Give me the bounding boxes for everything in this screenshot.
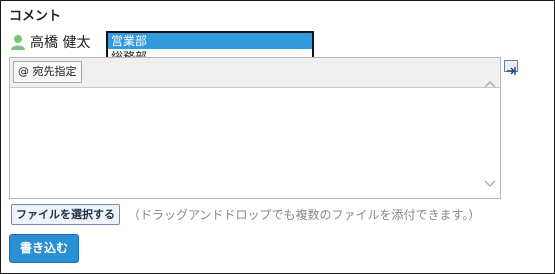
user-info: 高橋 健太 — [10, 32, 90, 52]
attachment-row: ファイルを選択する （ドラッグアンドドロップでも複数のファイルを添付できます。） — [11, 204, 480, 225]
expand-editor-icon[interactable] — [504, 60, 518, 75]
section-title: コメント — [9, 9, 62, 24]
mention-button[interactable]: @ 宛先指定 — [13, 61, 82, 83]
submit-button[interactable]: 書き込む — [9, 234, 79, 263]
attachment-hint: （ドラッグアンドドロップでも複数のファイルを添付できます。） — [128, 208, 481, 222]
scroll-up-icon[interactable] — [484, 74, 496, 88]
comment-textarea[interactable] — [10, 88, 500, 198]
comment-editor: @ 宛先指定 — [9, 57, 501, 199]
user-icon — [10, 34, 26, 50]
dropdown-option-sales[interactable]: 営業部 — [108, 33, 312, 49]
scroll-down-icon[interactable] — [484, 174, 496, 188]
user-name: 高橋 健太 — [30, 35, 91, 51]
comment-panel: コメント 高橋 健太 営業部 総務部 @ 宛先指定 ファイルを — [0, 0, 555, 274]
choose-file-button[interactable]: ファイルを選択する — [11, 204, 120, 225]
editor-toolbar: @ 宛先指定 — [10, 58, 500, 88]
